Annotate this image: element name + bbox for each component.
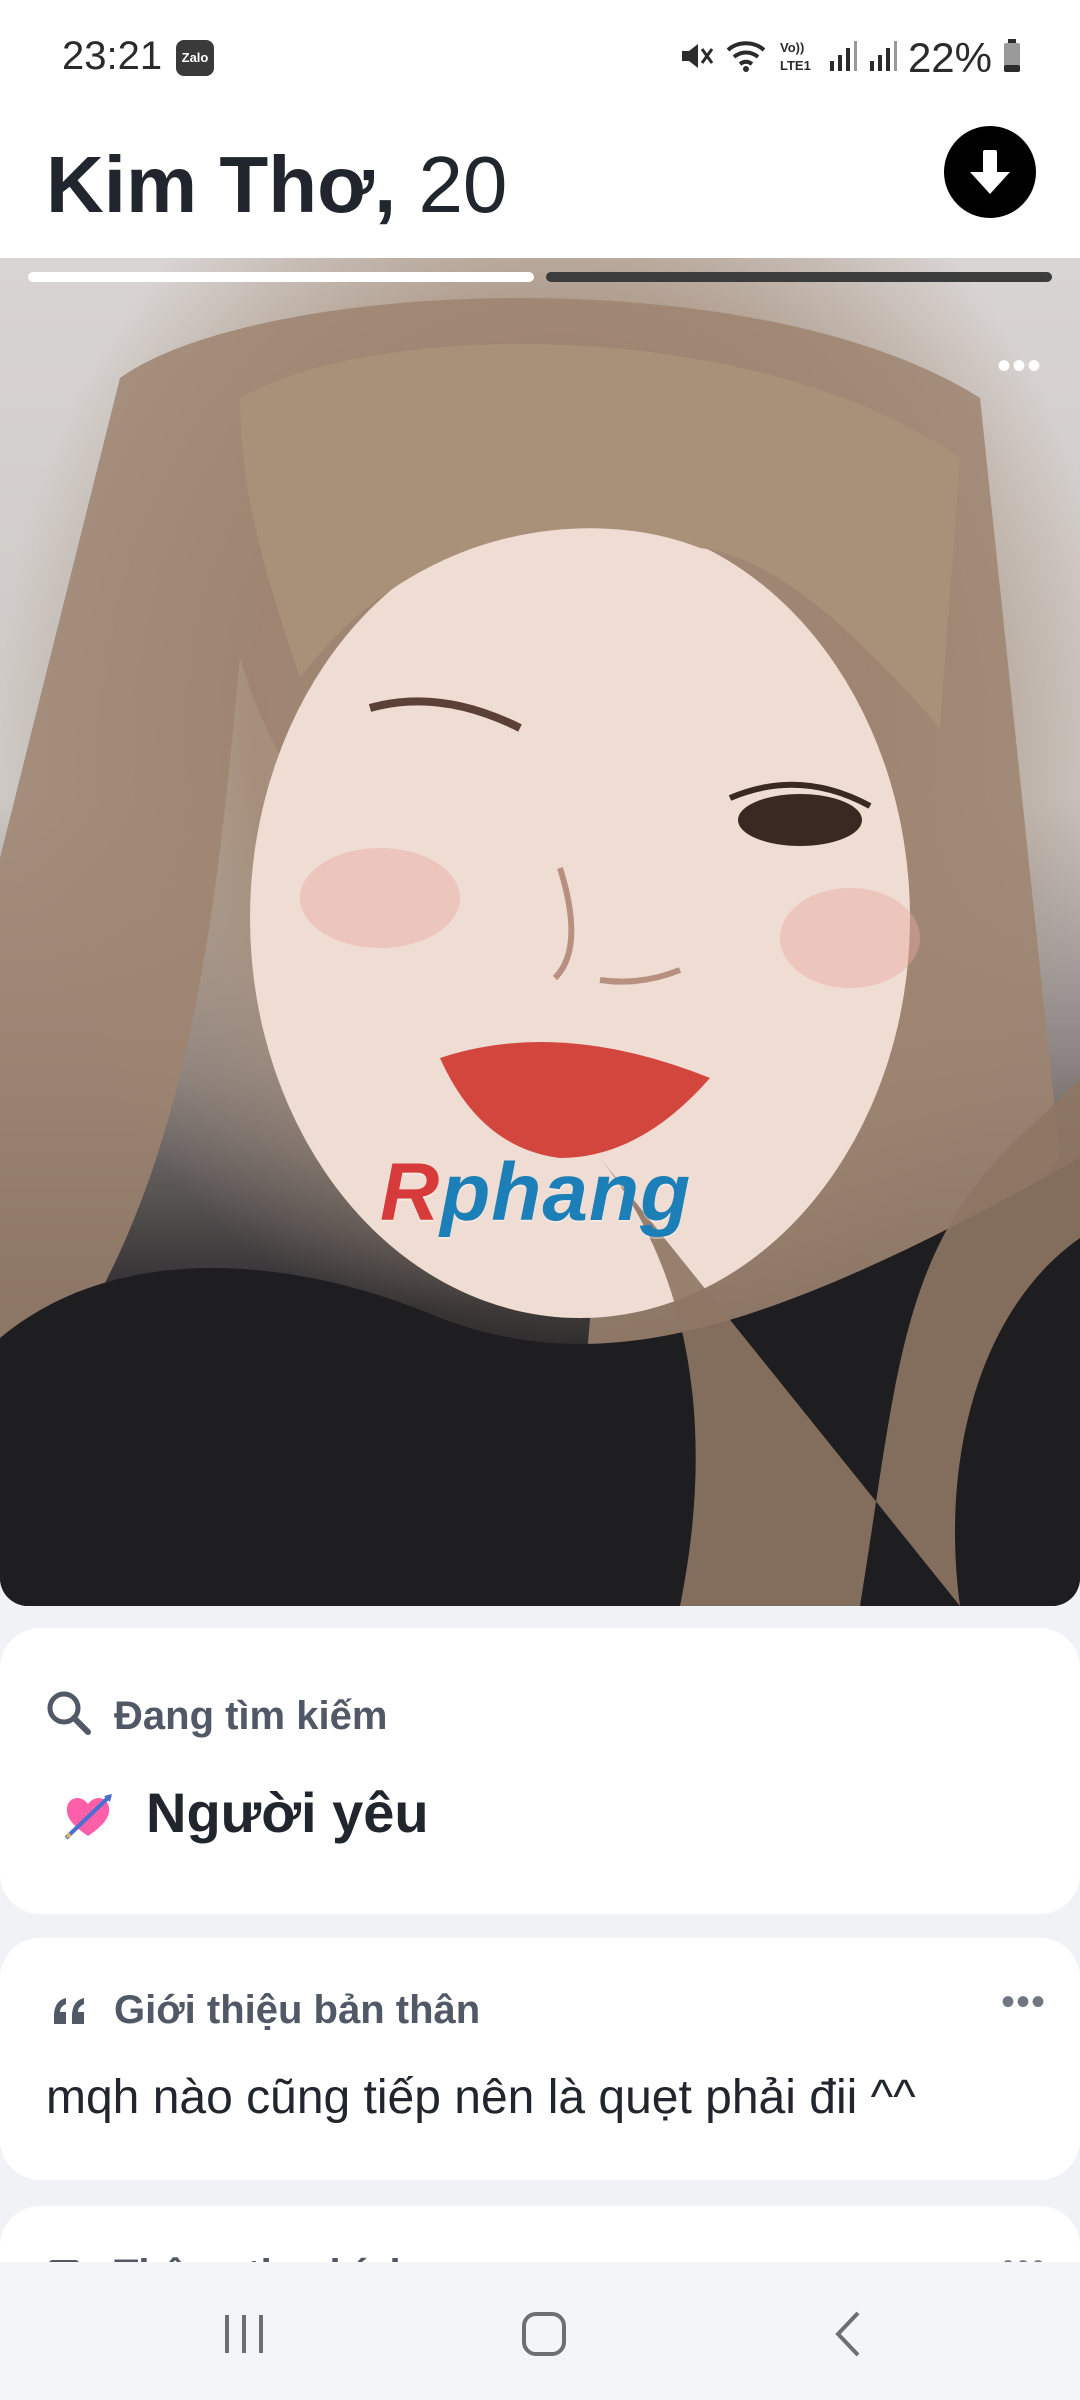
- recents-button[interactable]: [214, 2306, 274, 2362]
- looking-for-label: Đang tìm kiếm: [114, 1694, 388, 1738]
- watermark-logo: Rphang: [380, 1147, 692, 1238]
- status-time: 23:21: [62, 34, 163, 78]
- signal-icon: [868, 39, 898, 78]
- collapse-profile-button[interactable]: [944, 126, 1036, 218]
- profile-age: 20: [418, 140, 508, 229]
- battery-percent: 22%: [907, 34, 992, 81]
- heart-with-arrow-icon: [60, 1788, 116, 1849]
- battery-icon: [1002, 38, 1022, 79]
- back-button[interactable]: [818, 2306, 878, 2362]
- profile-name-age: Kim Thơ, 20: [46, 130, 507, 240]
- mute-icon: [678, 38, 714, 79]
- looking-for-card: Đang tìm kiếm Người yêu: [0, 1628, 1080, 1914]
- volte-icon: Vo)) LTE1: [778, 36, 818, 81]
- recents-icon: [225, 2315, 263, 2353]
- arrow-down-icon: [970, 150, 1010, 194]
- svg-text:LTE1: LTE1: [780, 58, 811, 73]
- home-button[interactable]: [514, 2306, 574, 2362]
- photo-progress-active: [28, 272, 534, 282]
- profile-name: Kim Thơ,: [46, 140, 397, 229]
- photo-more-icon[interactable]: •••: [997, 346, 1042, 386]
- bio-label: Giới thiệu bản thân: [114, 1988, 481, 2032]
- back-icon: [835, 2311, 860, 2357]
- svg-text:Vo)): Vo)): [780, 40, 804, 55]
- status-bar: 23:21 Zalo Vo)) LTE1 22%: [0, 0, 1080, 118]
- bio-card: Giới thiệu bản thân ••• mqh nào cũng tiế…: [0, 1938, 1080, 2180]
- system-nav-bar: [0, 2262, 1080, 2400]
- search-icon: [44, 1688, 92, 1741]
- profile-photo-image: [0, 258, 1080, 1606]
- quote-icon: [50, 1994, 90, 2033]
- profile-photo[interactable]: ••• Rphang: [0, 258, 1080, 1606]
- wifi-icon: [724, 38, 768, 79]
- looking-for-value: Người yêu: [146, 1781, 429, 1844]
- bio-text: mqh nào cũng tiếp nên là quẹt phải đii ^…: [46, 2071, 916, 2124]
- bio-more-icon[interactable]: •••: [1001, 1982, 1046, 2022]
- home-icon: [522, 2312, 566, 2356]
- signal-icon: [828, 39, 858, 78]
- photo-progress-inactive: [546, 272, 1052, 282]
- profile-header: Kim Thơ, 20: [0, 118, 1080, 258]
- status-icons: Vo)) LTE1 22%: [678, 30, 1022, 86]
- zalo-notification-icon: Zalo: [176, 40, 214, 76]
